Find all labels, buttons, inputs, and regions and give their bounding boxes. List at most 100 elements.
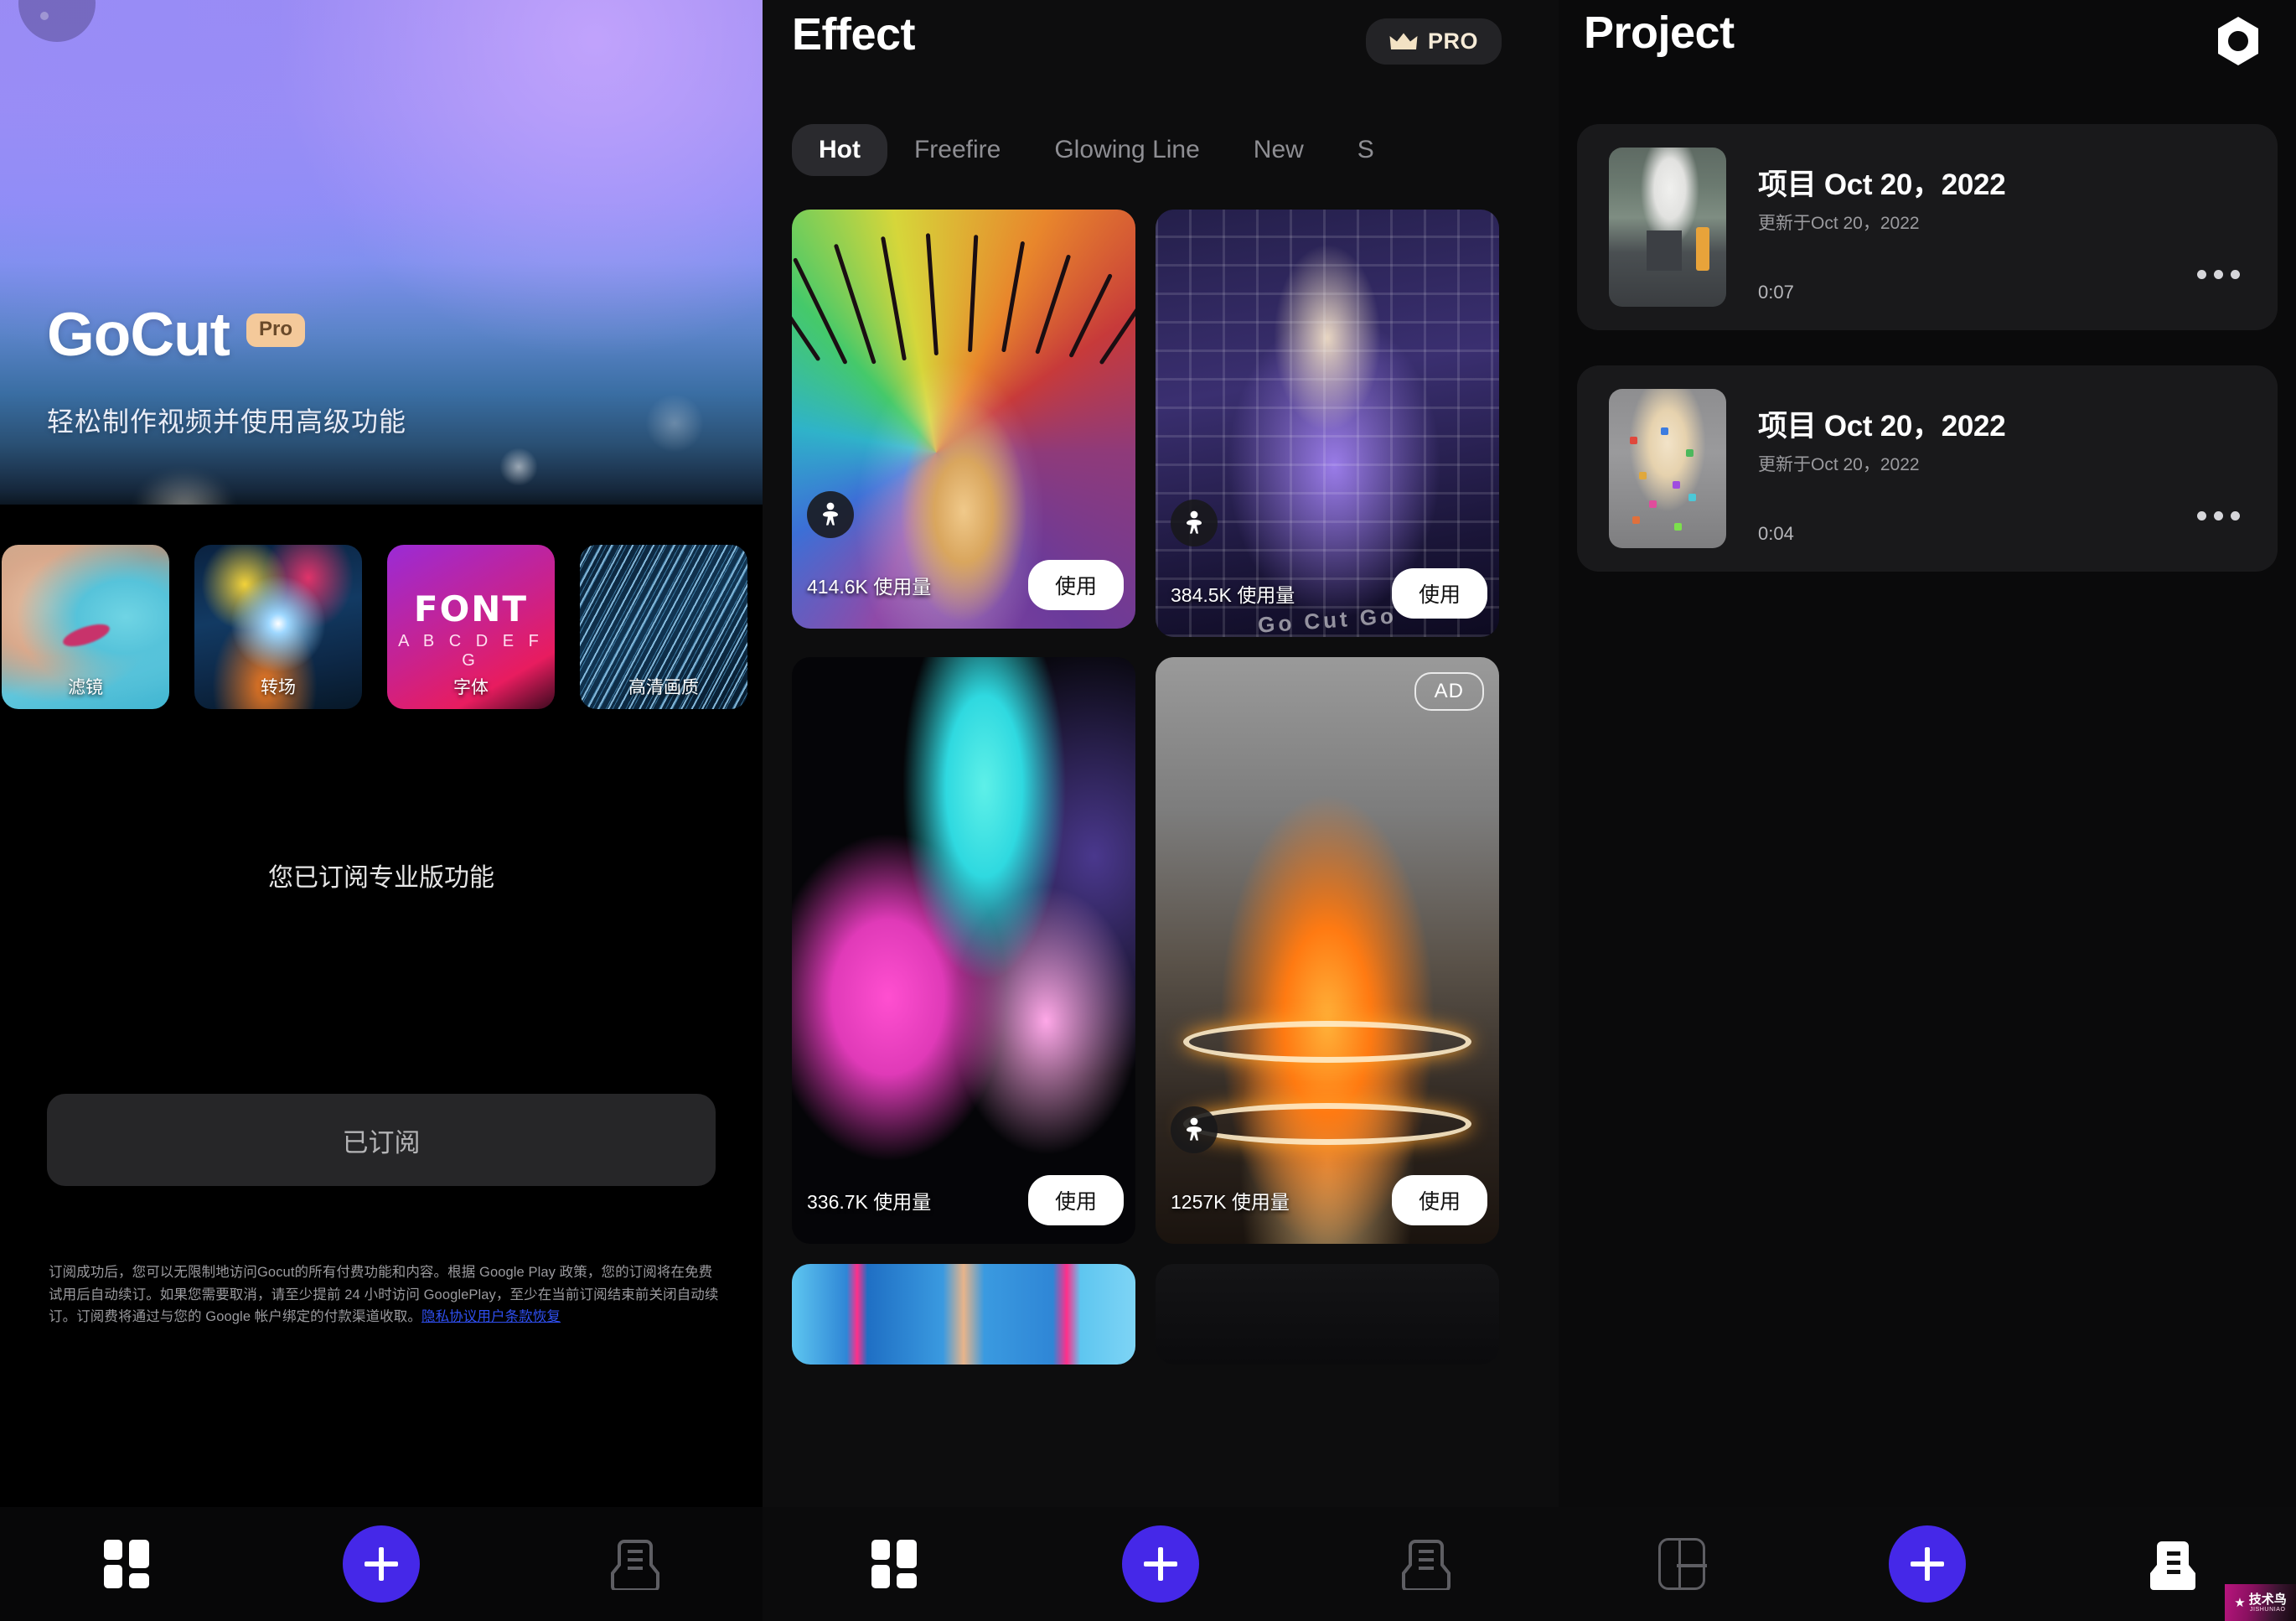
grid-icon	[1657, 1538, 1707, 1590]
usage-count: 336.7K 使用量	[807, 1191, 932, 1213]
feature-card-hd[interactable]: 高清画质	[580, 545, 747, 709]
font-art-word: FONT	[413, 588, 529, 629]
project-panel: Project 项目 Oct 20，2022 更新于Oct 20，2022 0:…	[1559, 0, 2296, 1621]
project-card[interactable]: 项目 Oct 20，2022 更新于Oct 20，2022 0:04	[1577, 365, 2278, 572]
back-button[interactable]	[18, 0, 96, 42]
effect-card-partial[interactable]	[792, 1264, 1135, 1365]
grid-icon	[871, 1540, 918, 1588]
feature-label: 高清画质	[628, 678, 699, 697]
use-button[interactable]: 使用	[1027, 1175, 1124, 1225]
usage-count: 1257K 使用量	[1171, 1191, 1290, 1213]
feature-label: 字体	[453, 678, 489, 697]
use-button[interactable]: 使用	[1391, 1175, 1487, 1225]
subscription-status: 您已订阅专业版功能	[268, 864, 494, 892]
inbox-icon	[1401, 1538, 1451, 1590]
effect-card-partial[interactable]	[1156, 1264, 1499, 1365]
hero-glow	[645, 394, 704, 453]
legal-body: 订阅成功后，您可以无限制地访问Gocut的所有付费功能和内容。根据 Google…	[49, 1265, 719, 1325]
subscribe-button[interactable]: 已订阅	[47, 1094, 716, 1186]
tab-s[interactable]: S	[1331, 124, 1401, 176]
project-more-button[interactable]	[2187, 484, 2249, 546]
bottom-nav-project	[1559, 1507, 2296, 1621]
effect-tabs[interactable]: Hot Freefire Glowing Line New S	[792, 124, 1559, 176]
site-watermark: ★ 技术鸟 JISHUNIAO	[2225, 1584, 2296, 1621]
watermark-en: JISHUNIAO	[2249, 1606, 2286, 1613]
hero-glow	[134, 469, 235, 505]
subscription-panel: GoCut Pro 轻松制作视频并使用高级功能 滤镜 转场 FONT A B C…	[0, 0, 763, 1621]
project-name: 项目 Oct 20，2022	[1758, 168, 2006, 201]
effect-card[interactable]: Go Cut Go 384.5K 使用量 使用	[1156, 210, 1499, 637]
effect-card[interactable]: 414.6K 使用量 使用	[792, 210, 1135, 629]
project-duration: 0:04	[1758, 523, 1794, 544]
plus-fab[interactable]	[1888, 1525, 1966, 1603]
nav-create-button[interactable]	[1028, 1525, 1294, 1603]
feature-card-font[interactable]: FONT A B C D E F G 字体	[387, 545, 555, 709]
tab-freefire[interactable]: Freefire	[887, 124, 1027, 176]
use-button[interactable]: 使用	[1391, 568, 1487, 619]
project-more-button[interactable]	[2187, 243, 2249, 305]
effect-card[interactable]: 336.7K 使用量 使用	[792, 657, 1135, 1244]
watermark-cn: 技术鸟	[2248, 1592, 2287, 1607]
brand-name: GoCut	[47, 301, 230, 369]
grid-icon	[103, 1540, 151, 1588]
nav-inbox-button[interactable]	[2050, 1538, 2296, 1590]
nav-template-button[interactable]	[763, 1540, 1028, 1588]
legal-link[interactable]: 隐私协议用户条款恢复	[421, 1309, 561, 1324]
usage-count: 414.6K 使用量	[807, 576, 932, 598]
person-icon	[807, 491, 854, 538]
tab-new[interactable]: New	[1227, 124, 1331, 176]
ad-badge: AD	[1414, 672, 1484, 711]
hexagon-settings-icon[interactable]	[2212, 15, 2264, 67]
font-art-alphabet: A B C D E F G	[398, 632, 544, 670]
hero-glow	[499, 448, 538, 486]
feature-label: 转场	[261, 678, 296, 697]
crown-icon	[1389, 32, 1418, 52]
bottom-nav-subscription	[0, 1507, 763, 1621]
feature-carousel[interactable]: 滤镜 转场 FONT A B C D E F G 字体 高清画质	[0, 545, 763, 712]
brand-row: GoCut Pro	[47, 301, 306, 369]
project-updated: 更新于Oct 20，2022	[1758, 455, 1920, 474]
pro-chip: Pro	[246, 313, 306, 347]
tab-hot[interactable]: Hot	[792, 124, 887, 176]
effect-panel: Effect PRO Hot Freefire Glowing Line New…	[763, 0, 1559, 1621]
usage-count: 384.5K 使用量	[1171, 584, 1295, 606]
app-screenshot: GoCut Pro 轻松制作视频并使用高级功能 滤镜 转场 FONT A B C…	[0, 0, 2296, 1621]
bottom-nav-effect	[763, 1507, 1559, 1621]
project-thumbnail	[1609, 389, 1726, 548]
project-updated: 更新于Oct 20，2022	[1758, 214, 1920, 233]
use-button[interactable]: 使用	[1027, 560, 1124, 610]
nav-create-button[interactable]	[1804, 1525, 2050, 1603]
pro-badge-label: PRO	[1427, 28, 1478, 54]
effect-card-meta: 336.7K 使用量 使用	[792, 1167, 1135, 1244]
inbox-icon	[611, 1538, 660, 1590]
pro-badge-button[interactable]: PRO	[1365, 18, 1502, 65]
project-title: Project	[1584, 8, 1735, 58]
nav-template-button[interactable]	[1559, 1538, 1804, 1590]
person-icon	[1171, 500, 1218, 546]
project-duration: 0:07	[1758, 282, 1794, 303]
nav-create-button[interactable]	[254, 1525, 508, 1603]
hero-tagline: 轻松制作视频并使用高级功能	[47, 407, 407, 437]
project-thumbnail	[1609, 148, 1726, 307]
tab-glowing-line[interactable]: Glowing Line	[1027, 124, 1226, 176]
nav-template-button[interactable]	[0, 1540, 254, 1588]
effect-card-ad[interactable]: AD 1257K 使用量 使用	[1156, 657, 1499, 1244]
legal-text: 订阅成功后，您可以无限制地访问Gocut的所有付费功能和内容。根据 Google…	[49, 1261, 719, 1328]
feature-label: 滤镜	[68, 678, 103, 697]
subscription-hero: GoCut Pro 轻松制作视频并使用高级功能	[0, 0, 763, 505]
plus-fab[interactable]	[1122, 1525, 1199, 1603]
feature-card-transition[interactable]: 转场	[194, 545, 362, 709]
nav-inbox-button[interactable]	[1293, 1538, 1559, 1590]
effect-card-meta: 414.6K 使用量 使用	[792, 552, 1135, 629]
person-icon	[1171, 1106, 1218, 1153]
effect-title: Effect	[792, 9, 916, 60]
nav-inbox-button[interactable]	[509, 1538, 763, 1590]
effect-card-meta: 1257K 使用量 使用	[1156, 1167, 1499, 1244]
effect-grid: 414.6K 使用量 使用 Go Cut Go 384.5K 使用量 使用 33…	[792, 210, 1529, 1365]
plus-fab[interactable]	[342, 1525, 420, 1603]
effect-card-meta: 384.5K 使用量 使用	[1156, 560, 1499, 637]
project-name: 项目 Oct 20，2022	[1758, 410, 2006, 443]
project-card[interactable]: 项目 Oct 20，2022 更新于Oct 20，2022 0:07	[1577, 124, 2278, 330]
star-icon: ★	[2234, 1595, 2246, 1610]
feature-card-filter[interactable]: 滤镜	[2, 545, 169, 709]
